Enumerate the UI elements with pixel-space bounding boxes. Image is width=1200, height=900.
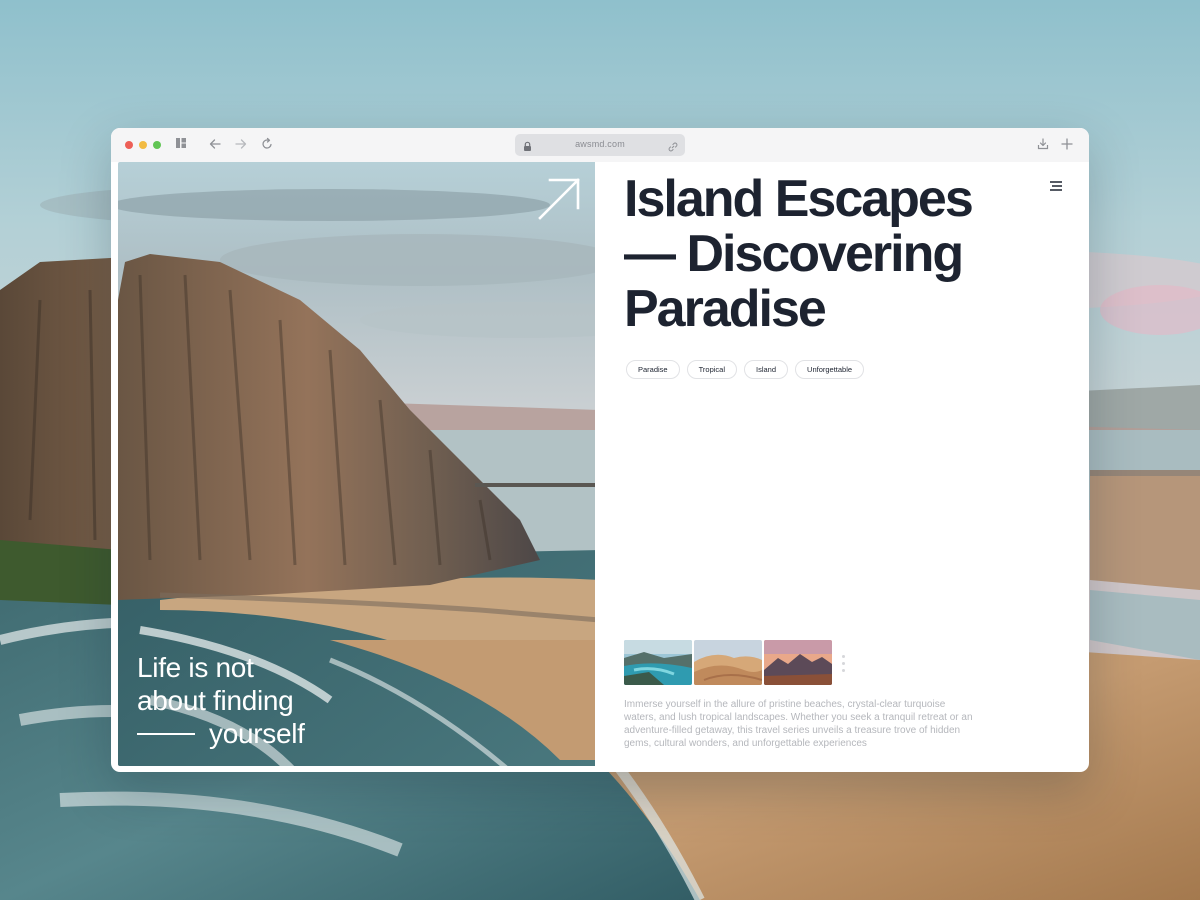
close-window-button[interactable]	[125, 141, 133, 149]
arrow-up-right-icon[interactable]	[536, 176, 582, 227]
page-viewport: Life is not about finding yourself Islan…	[118, 162, 1082, 766]
browser-window: awsmd.com Life is not about finding your…	[111, 128, 1089, 772]
browser-toolbar: awsmd.com	[111, 128, 1089, 162]
sidebar-icon[interactable]	[175, 137, 189, 151]
minimize-window-button[interactable]	[139, 141, 147, 149]
address-url: awsmd.com	[575, 139, 625, 149]
link-icon[interactable]	[668, 139, 678, 157]
title-line: Island Escapes	[624, 170, 974, 228]
back-arrow-icon[interactable]	[208, 137, 222, 151]
hero-quote: Life is not about finding yourself	[137, 651, 397, 750]
zoom-window-button[interactable]	[153, 141, 161, 149]
pager-dot[interactable]	[842, 655, 845, 658]
tag-unforgettable[interactable]: Unforgettable	[795, 360, 865, 379]
title-line: Paradise	[624, 280, 827, 338]
article-description: Immerse yourself in the allure of pristi…	[624, 699, 973, 749]
forward-arrow-icon[interactable]	[234, 137, 248, 151]
page-title: Island Escapes — Discovering Paradise	[624, 172, 1044, 337]
hamburger-menu-icon[interactable]	[1049, 179, 1063, 197]
quote-line: about finding	[137, 685, 294, 716]
gallery-pager	[842, 655, 845, 676]
hero-image: Life is not about finding yourself	[118, 162, 595, 766]
quote-dash	[137, 732, 195, 735]
reload-icon[interactable]	[260, 137, 274, 151]
thumbnail-mountain-sunset[interactable]	[764, 640, 832, 685]
tag-list: Paradise Tropical Island Unforgettable	[626, 360, 865, 379]
tag-island[interactable]: Island	[744, 360, 789, 379]
address-bar[interactable]: awsmd.com	[515, 134, 685, 156]
title-line: — Discovering	[624, 225, 964, 283]
article-panel: Island Escapes — Discovering Paradise Pa…	[595, 162, 1082, 766]
thumbnail-lagoon[interactable]	[624, 640, 692, 685]
tag-paradise[interactable]: Paradise	[626, 360, 680, 379]
new-tab-plus-icon[interactable]	[1060, 137, 1074, 151]
pager-dot[interactable]	[842, 662, 845, 665]
download-icon[interactable]	[1036, 137, 1050, 151]
tag-tropical[interactable]: Tropical	[686, 360, 738, 379]
quote-line: Life is not	[137, 652, 254, 683]
pager-dot[interactable]	[842, 669, 845, 672]
quote-line: yourself	[209, 718, 305, 749]
thumbnail-desert-dunes[interactable]	[694, 640, 762, 685]
gallery-thumbnails	[624, 640, 832, 685]
